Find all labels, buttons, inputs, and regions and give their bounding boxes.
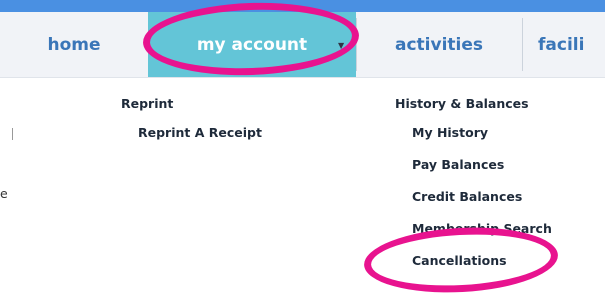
nav-facilities[interactable]: facili — [522, 12, 605, 77]
menu-item-my-history[interactable]: My History — [412, 125, 488, 140]
menu-section-history-balances: History & Balances — [395, 96, 529, 111]
menu-item-reprint-receipt[interactable]: Reprint A Receipt — [138, 125, 262, 140]
nav-activities[interactable]: activities — [356, 12, 522, 77]
nav-home-label: home — [47, 34, 101, 55]
nav-home[interactable]: home — [0, 12, 148, 77]
menu-section-reprint: Reprint — [121, 96, 174, 111]
menu-item-pay-balances[interactable]: Pay Balances — [412, 157, 504, 172]
menu-item-credit-balances[interactable]: Credit Balances — [412, 189, 522, 204]
clipped-divider — [12, 128, 13, 140]
nav-facilities-label: facili — [538, 34, 585, 55]
nav-activities-label: activities — [394, 34, 483, 55]
highlight-ring-cancellations — [362, 222, 560, 297]
clipped-left-text: e — [0, 186, 8, 201]
